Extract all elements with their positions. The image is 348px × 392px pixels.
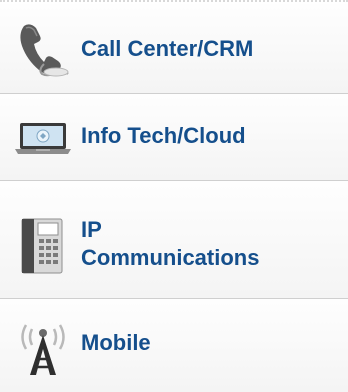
- antenna-tower-icon: [14, 313, 72, 382]
- solutions-menu: Call Center/CRM Info Tech/Cloud IP Commu…: [0, 0, 348, 392]
- menu-item-info-tech-cloud[interactable]: Info Tech/Cloud: [0, 94, 348, 181]
- menu-item-label: IP Communications: [81, 216, 259, 272]
- menu-item-mobile[interactable]: Mobile: [0, 299, 348, 392]
- menu-item-label: Mobile: [81, 330, 151, 355]
- menu-item-call-center-crm[interactable]: Call Center/CRM: [0, 4, 348, 94]
- menu-item-label: Call Center/CRM: [81, 36, 254, 61]
- menu-item-label-line2: Communications: [81, 245, 260, 270]
- ip-phone-icon: [14, 217, 72, 280]
- phone-headset-icon: [14, 20, 72, 83]
- laptop-icon: [14, 121, 72, 160]
- menu-item-label-line1: IP: [81, 217, 102, 242]
- menu-item-ip-communications[interactable]: IP Communications: [0, 181, 348, 299]
- menu-item-label: Info Tech/Cloud: [81, 123, 246, 148]
